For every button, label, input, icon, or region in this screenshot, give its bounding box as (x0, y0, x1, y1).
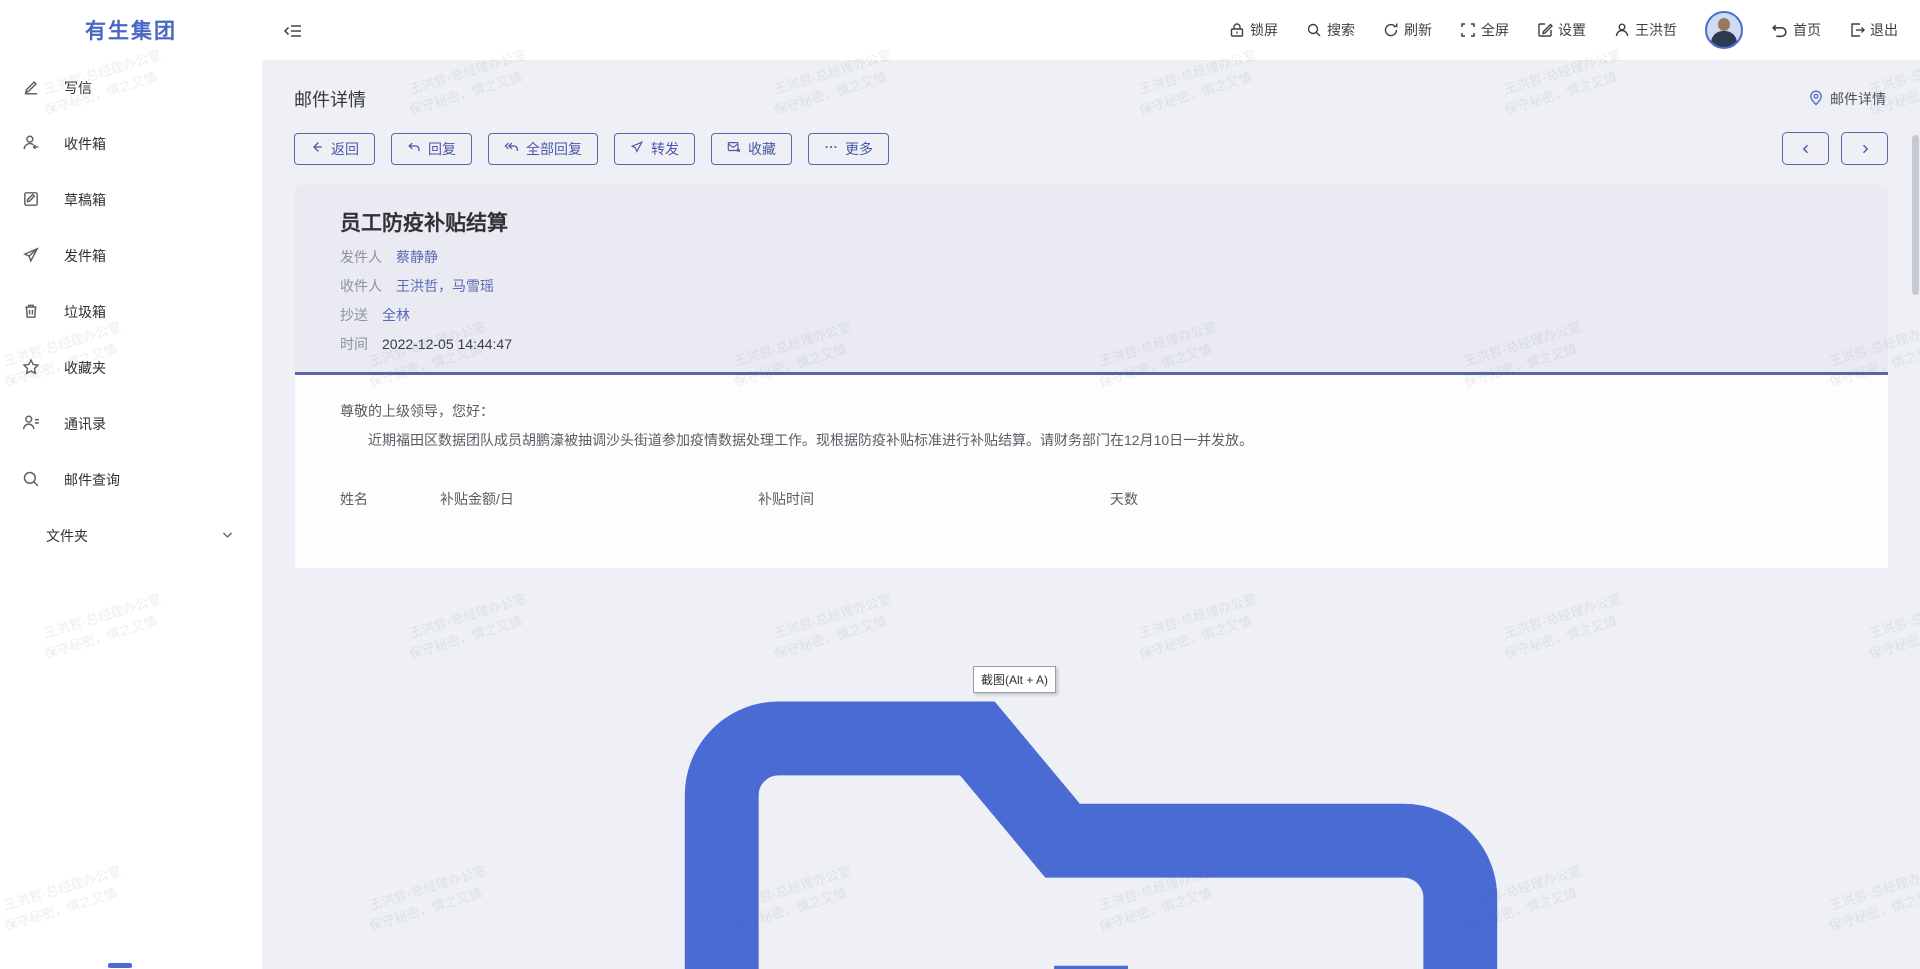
search-icon (22, 470, 40, 491)
prev-mail-button[interactable] (1782, 132, 1829, 165)
mail-header: 员工防疫补贴结算 发件人 蔡静静 收件人 王洪哲，马雪瑶 抄送 全林 时间 20… (295, 185, 1888, 372)
chevron-down-icon[interactable] (221, 528, 234, 544)
to-value[interactable]: 王洪哲，马雪瑶 (396, 276, 494, 296)
from-value[interactable]: 蔡静静 (396, 247, 438, 267)
forward-icon (630, 140, 644, 157)
breadcrumb: 邮件详情 (1808, 89, 1886, 109)
contacts-icon (22, 414, 40, 435)
home-button[interactable]: 首页 (1771, 20, 1821, 40)
location-pin-icon (1808, 90, 1824, 109)
lock-screen-button[interactable]: 锁屏 (1229, 20, 1278, 40)
refresh-button[interactable]: 刷新 (1383, 20, 1432, 40)
cc-label: 抄送 (340, 305, 368, 325)
back-button[interactable]: 返回 (294, 133, 375, 165)
more-icon (824, 140, 838, 157)
time-label: 时间 (340, 334, 368, 354)
logout-icon (1849, 22, 1865, 38)
sidebar-scrollbar[interactable] (108, 963, 132, 968)
sidebar-item-compose[interactable]: 写信 (0, 60, 262, 116)
collect-button[interactable]: 收藏 (711, 133, 792, 165)
sidebar-item-sent[interactable]: 发件箱 (0, 228, 262, 284)
vertical-scrollbar[interactable] (1912, 135, 1919, 295)
pencil-icon (22, 78, 40, 99)
user-icon (1614, 22, 1630, 38)
search-icon (1306, 22, 1322, 38)
reply-button[interactable]: 回复 (391, 133, 472, 165)
time-value: 2022-12-05 14:44:47 (382, 336, 512, 352)
sidebar-item-inbox[interactable]: 收件箱 (0, 116, 262, 172)
star-icon (22, 358, 40, 379)
mail-toolbar: 返回 回复 全部回复 转发 收藏 更多 (294, 133, 889, 165)
mail-star-icon (727, 140, 741, 157)
top-header: 有生集团 锁屏 搜索 刷新 全屏 设置 王洪哲 (0, 0, 1920, 60)
sidebar-item-contacts[interactable]: 通讯录 (0, 396, 262, 452)
trash-icon (22, 302, 40, 323)
settings-button[interactable]: 设置 (1537, 20, 1586, 40)
fullscreen-button[interactable]: 全屏 (1460, 20, 1509, 40)
arrow-left-icon (310, 140, 324, 157)
draft-icon (22, 190, 40, 211)
reply-all-button[interactable]: 全部回复 (488, 133, 598, 165)
subsidy-table-header: 姓名 补贴金额/日 补贴时间 天数 (340, 489, 1390, 509)
sidebar-item-favorites[interactable]: 收藏夹 (0, 340, 262, 396)
sidebar: 写信 收件箱 草稿箱 发件箱 垃圾箱 收藏夹 通讯录 邮件查询 文件夹 (0, 60, 262, 969)
sidebar-item-mail-query[interactable]: 邮件查询 (0, 452, 262, 508)
home-icon (1771, 22, 1788, 39)
more-button[interactable]: 更多 (808, 133, 889, 165)
sidebar-item-trash[interactable]: 垃圾箱 (0, 284, 262, 340)
mail-pager (1782, 132, 1888, 165)
inbox-user-icon (22, 134, 40, 155)
cc-value[interactable]: 全林 (382, 305, 410, 325)
mail-subject: 员工防疫补贴结算 (340, 207, 1843, 237)
page-title: 邮件详情 (294, 86, 366, 112)
refresh-icon (1383, 22, 1399, 38)
next-mail-button[interactable] (1841, 132, 1888, 165)
lock-icon (1229, 22, 1245, 38)
send-plane-icon (22, 246, 40, 267)
reply-all-icon (504, 140, 519, 157)
to-label: 收件人 (340, 276, 382, 296)
topbar-menu: 锁屏 搜索 刷新 全屏 设置 王洪哲 首页 退出 (1229, 0, 1898, 60)
body-paragraph: 近期福田区数据团队成员胡鹏濠被抽调沙头街道参加疫情数据处理工作。现根据防疫补贴标… (340, 429, 1390, 451)
screenshot-tooltip: 截图(Alt + A) (973, 666, 1056, 693)
current-user[interactable]: 王洪哲 (1614, 20, 1677, 40)
fullscreen-icon (1460, 22, 1476, 38)
settings-icon (1537, 22, 1553, 38)
logout-button[interactable]: 退出 (1849, 20, 1898, 40)
greeting-text: 尊敬的上级领导，您好： (340, 401, 1390, 421)
search-button[interactable]: 搜索 (1306, 20, 1355, 40)
sidebar-item-folders[interactable]: 文件夹 (0, 508, 262, 564)
sidebar-item-drafts[interactable]: 草稿箱 (0, 172, 262, 228)
forward-button[interactable]: 转发 (614, 133, 695, 165)
user-avatar[interactable] (1705, 11, 1743, 49)
sidebar-collapse-icon[interactable] (283, 21, 303, 41)
reply-icon (407, 140, 421, 157)
brand-logo: 有生集团 (0, 0, 262, 60)
from-label: 发件人 (340, 247, 382, 267)
